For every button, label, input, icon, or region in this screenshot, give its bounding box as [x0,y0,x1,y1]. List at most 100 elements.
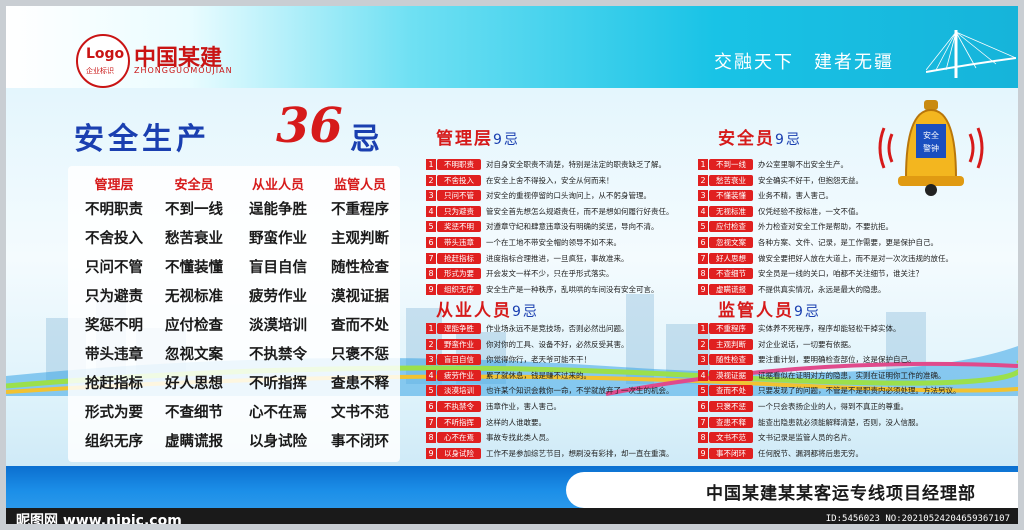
rule-number: 4 [698,205,708,217]
rule-row: 7 查患不释 能查出隐患就必须能解释清楚，否则，没人信服。 [698,416,923,429]
grid-cell: 组织无序 [85,434,143,450]
grid-cell: 漠视证据 [331,289,389,305]
rule-description: 对自身安全职责不清楚，特别是法定的职责缺乏了解。 [486,160,666,169]
rule-description: 只要发现了的问题，不管是不是职责内必须处理。方法另议。 [758,386,961,396]
grid-cell: 形式为要 [85,405,143,421]
section-count-management: 9忌 [493,132,520,148]
grid-cell: 以身试险 [249,434,307,450]
section-count-supervisors: 9忌 [794,304,821,320]
rule-tag: 只褒不惩 [709,401,753,412]
rule-number: 3 [426,190,436,202]
grid-cell: 心不在焉 [249,405,307,421]
section-title-workers-label: 从业人员 [436,301,512,321]
grid-cell: 只褒不惩 [331,347,389,363]
rule-row: 1 不重程序 实体养不死程序，程序却能轻松干掉实体。 [698,322,901,335]
grid-cell: 只为避责 [85,289,143,305]
rule-description: 实体养不死程序，程序却能轻松干掉实体。 [758,324,901,333]
rule-number: 2 [426,338,436,350]
rule-description: 进度指标合理推进，一旦疯狂，事故准来。 [486,253,629,263]
rule-tag: 野蛮作业 [437,338,481,350]
rule-row: 8 不查细节 安全员是一线的关口，咱都不关注细节，谁关注？ [698,267,923,280]
rule-number: 7 [698,416,708,428]
rule-description: 在安全上舍不得投入，安全从何而来！ [486,175,614,185]
rule-tag: 淡漠培训 [437,385,481,397]
rule-row: 6 只褒不惩 一个只会表扬企业的人，得到不真正的尊重。 [698,400,908,413]
section-title-management-label: 管理层 [436,129,493,149]
grid-cell: 野蛮作业 [249,231,307,247]
rule-number: 8 [698,432,708,444]
rule-row: 2 主观判断 对企业说话，一切要有依据。 [698,338,856,351]
rule-description: 这样的人谁敢要。 [486,417,546,427]
rule-tag: 事不闭环 [709,447,753,459]
rule-description: 各种方案、文件、记录，是工作需要，更是保护自己。 [758,238,938,247]
rule-row: 9 以身试险 工作不是参加综艺节目，想刷没有彩排，却一直在重演。 [426,447,674,460]
rule-row: 1 逞能争胜 作业场永远不是竞技场，否则必然出问题。 [426,322,629,335]
poster-frame: Logo 企业标识 中国某建 ZHONGGUOMOUJIAN 交融天下 建者无疆… [0,0,1024,530]
grid-column-header: 管理层 [94,178,134,193]
grid-cell: 好人思想 [165,376,223,392]
rule-row: 2 愁苦衰业 安全确实不好干，但抱怨无益。 [698,174,863,187]
rule-tag: 逞能争胜 [437,323,481,334]
rule-description: 管安全首先想怎么规避责任，而不是想如何履行好责任。 [486,206,674,216]
rule-number: 3 [698,190,708,202]
rule-description: 做安全要把好人放在大道上，而不是对一次次违规的放任。 [758,253,953,263]
rule-description: 工作不是参加综艺节目，想刷没有彩排，却一直在重演。 [486,448,674,458]
rule-number: 9 [698,447,708,459]
rule-description: 对遵章守纪和肆意违章没有明确的奖惩，导向不清。 [486,222,659,232]
rule-number: 6 [426,401,436,412]
grid-cell: 不到一线 [165,202,223,218]
rule-tag: 疲劳作业 [437,369,481,381]
rule-tag: 只为避责 [437,205,481,217]
rule-tag: 不听指挥 [437,416,481,428]
rule-number: 4 [426,369,436,381]
rule-tag: 不舍投入 [437,174,481,186]
section-title-management: 管理层9忌 [436,124,520,149]
slogan: 交融天下 建者无疆 [714,52,894,73]
watermark-id: ID:5456023 NO:20210524204659367107 [825,514,1010,524]
grid-cell: 不懂装懂 [165,260,223,276]
rule-row: 6 忽视文案 各种方案、文件、记录，是工作需要，更是保护自己。 [698,236,938,249]
grid-column-header: 监管人员 [333,178,386,193]
rule-description: 开会发文一样不少，只在乎形式落实。 [486,269,614,279]
rule-tag: 不到一线 [709,159,753,170]
grid-cell: 查患不释 [331,376,389,392]
grid-cell: 文书不范 [331,405,389,421]
rule-row: 3 只问不管 对安全的重视停留的口头询问上，从不躬身管理。 [426,189,651,202]
rule-row: 7 好人思想 做安全要把好人放在大道上，而不是对一次次违规的放任。 [698,252,953,265]
rule-number: 4 [698,369,708,381]
rule-tag: 文书不范 [709,432,753,444]
rule-description: 能查出隐患就必须能解释清楚，否则，没人信服。 [758,417,923,427]
company-name-en: ZHONGGUOMOUJIAN [134,66,233,75]
rule-number: 5 [698,385,708,397]
grid-cell: 抢赶指标 [85,376,143,392]
rule-tag: 漠视证据 [709,369,753,381]
rule-description: 你觉得你行，老天爷可能不干！ [486,355,591,365]
section-title-supervisors-label: 监管人员 [718,301,794,321]
rule-number: 1 [426,323,436,334]
section-count-workers: 9忌 [512,304,539,320]
rule-tag: 查患不释 [709,416,753,428]
rule-row: 4 漠视证据 证据看似在证明对方的隐患，实则在证明你工作的准确。 [698,369,946,382]
grid-cell: 忽视文案 [165,347,223,363]
rule-description: 事故专找此类人员。 [486,433,554,443]
rule-description: 业务不精，害人害己。 [758,191,833,201]
rule-row: 5 查而不处 只要发现了的问题，不管是不是职责内必须处理。方法另议。 [698,384,961,397]
rule-row: 3 随性检查 要注重计划，要明确检查部位，这是保护自己。 [698,353,916,366]
alarm-bell-icon: 安全 警钟 [878,100,984,196]
grid-cell: 愁苦衰业 [165,231,223,247]
logo-sub: 企业标识 [86,67,114,75]
grid-cell: 虚瞒谎报 [165,434,223,450]
rule-number: 9 [698,283,708,295]
rule-tag: 不懂装懂 [709,190,753,202]
grid-cell: 只问不管 [85,260,143,276]
rule-description: 不提供真实情况，永远是最大的隐患。 [758,284,886,294]
rule-number: 2 [698,174,708,186]
rule-tag: 忽视文案 [709,237,753,248]
grid-cell: 奖惩不明 [85,318,143,334]
rule-number: 7 [426,416,436,428]
rule-row: 8 心不在焉 事故专找此类人员。 [426,431,554,444]
poster-title-number: 36 [276,98,343,154]
rule-number: 5 [426,221,436,233]
rule-tag: 应付检查 [709,221,753,233]
rule-description: 一个只会表扬企业的人，得到不真正的尊重。 [758,402,908,411]
